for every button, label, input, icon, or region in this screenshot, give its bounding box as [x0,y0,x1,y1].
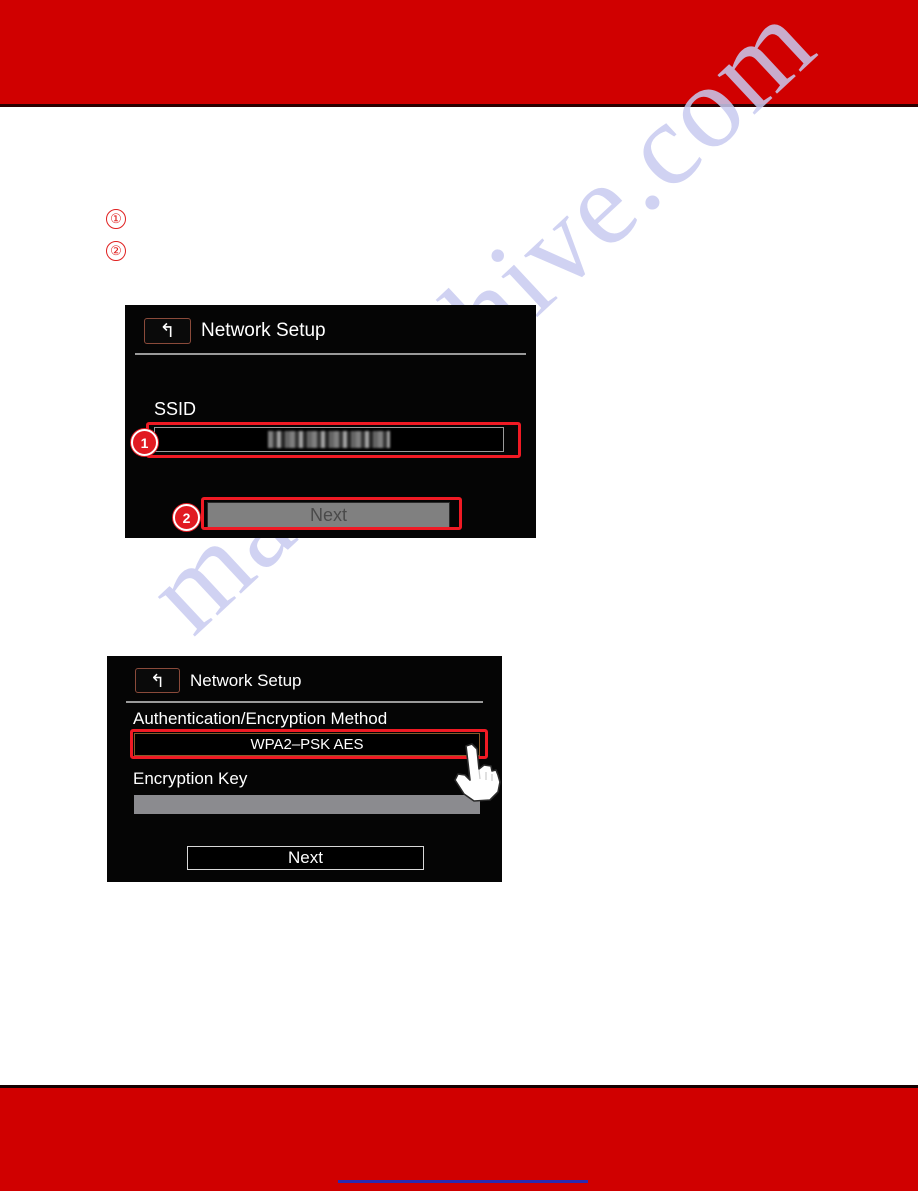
badge-step-2: 2 [173,504,200,531]
screen1-title: Network Setup [201,320,326,341]
encryption-key-label: Encryption Key [133,769,248,788]
ssid-label: SSID [154,399,197,419]
back-arrow-icon[interactable]: ↰ [135,668,180,693]
screen1-header: ↰ Network Setup [144,318,326,344]
screen1-next-label: Next [309,504,347,525]
step-marker-row-1: ① [106,203,126,235]
encryption-key-field[interactable] [134,795,480,814]
ssid-value-field[interactable] [154,427,504,452]
ssid-value-redacted [268,431,390,448]
auth-method-value: WPA2–PSK AES [250,736,364,753]
footer-link-underline [338,1180,588,1183]
page-header-banner [0,0,918,107]
badge-step-1: 1 [131,429,158,456]
screen1-next-button[interactable]: Next [207,502,450,528]
back-arrow-glyph: ↰ [159,320,176,342]
screen2-header-divider [126,701,483,703]
back-arrow-glyph: ↰ [149,670,166,691]
badge-step-1-label: 1 [140,434,149,451]
screen1-header-divider [135,353,526,355]
pointing-hand-cursor-icon [454,743,501,802]
camera-screen-authentication: ↰ Network Setup Authentication/Encryptio… [107,656,502,882]
step-marker-row-2: ② [106,235,126,267]
screen2-next-label: Next [288,848,323,867]
circled-number-2-icon: ② [106,241,126,261]
circled-number-1-icon: ① [106,209,126,229]
auth-method-value-field[interactable]: WPA2–PSK AES [134,733,480,756]
screen2-title: Network Setup [190,670,302,690]
screen2-header: ↰ Network Setup [135,668,302,693]
badge-step-2-label: 2 [182,509,191,526]
back-arrow-icon[interactable]: ↰ [144,318,191,344]
auth-method-label: Authentication/Encryption Method [133,709,388,728]
page-footer-banner [0,1085,918,1191]
screen2-next-button[interactable]: Next [187,846,424,870]
step-marker-list: ① ② [106,203,126,267]
